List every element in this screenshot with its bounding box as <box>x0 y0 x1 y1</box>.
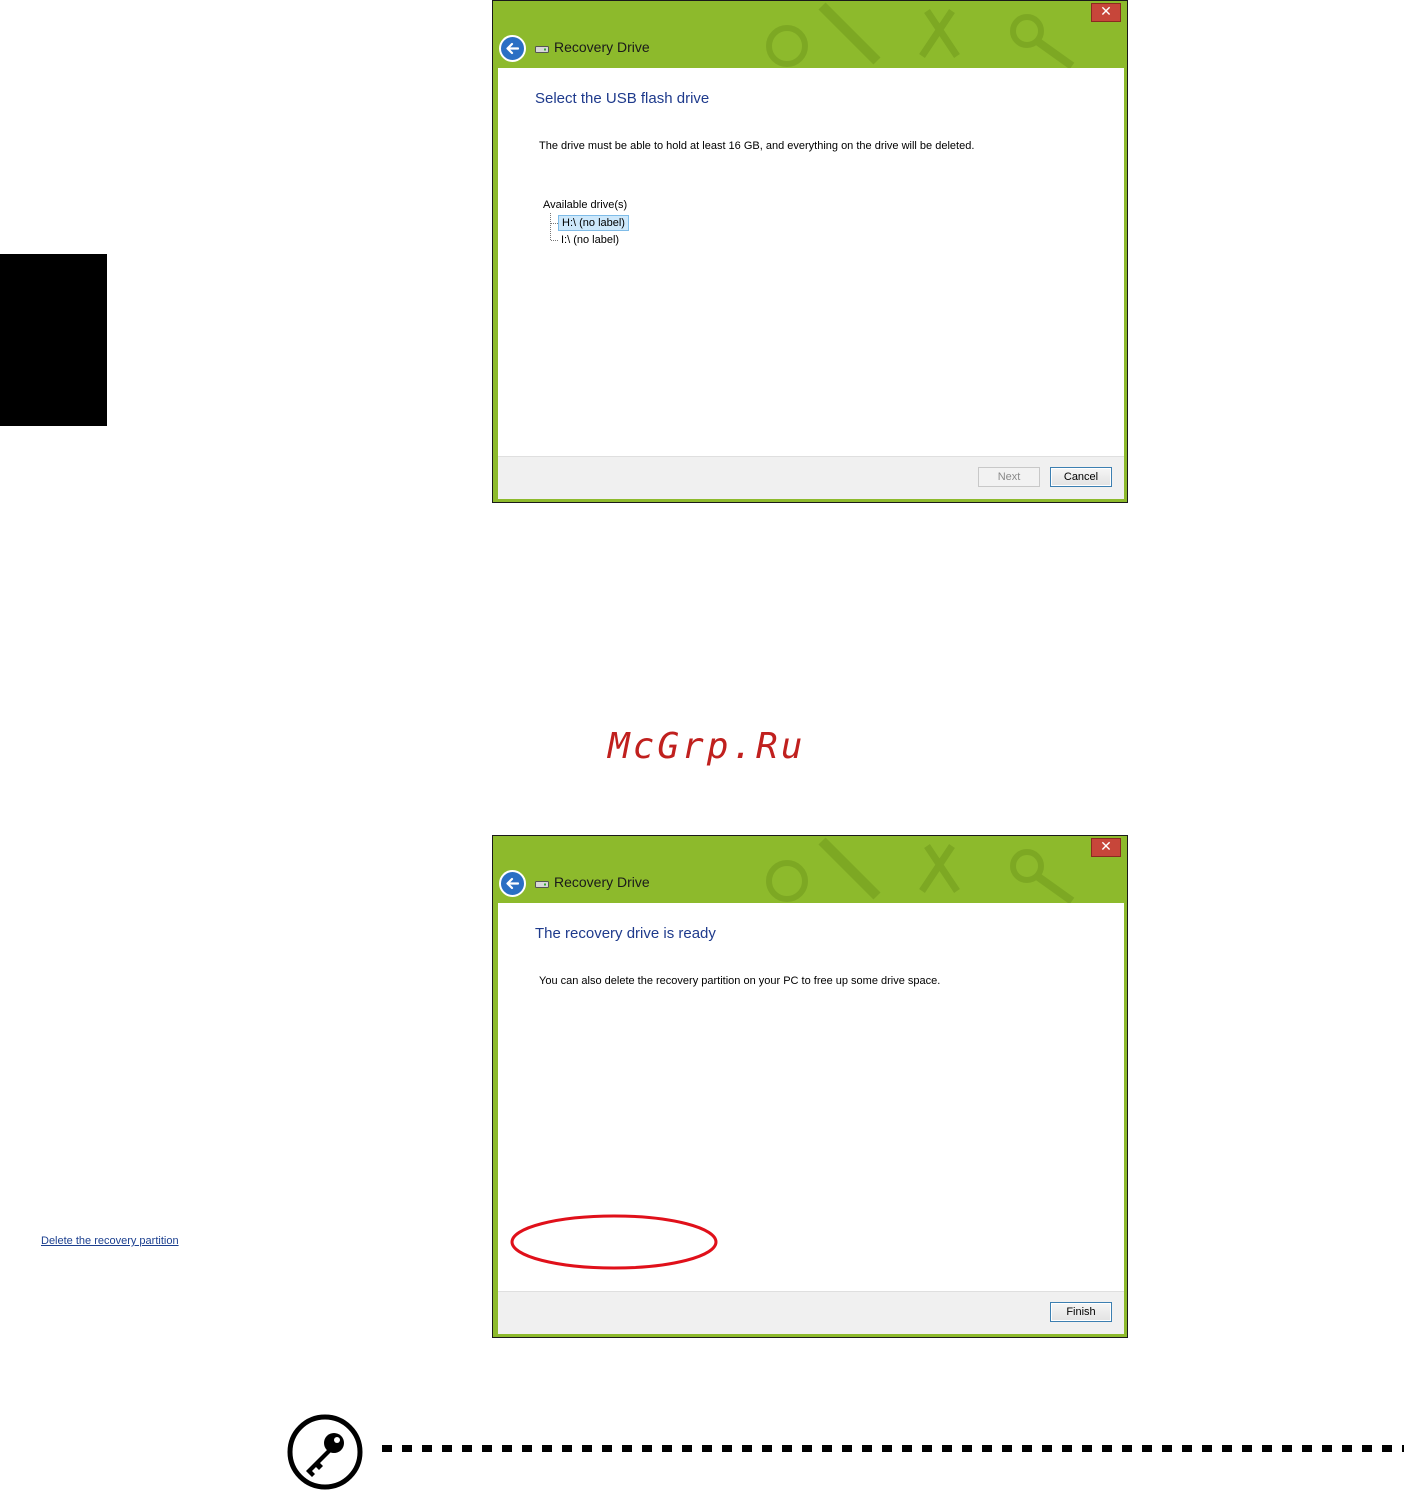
close-button[interactable]: ✕ <box>1091 838 1121 857</box>
close-button[interactable]: ✕ <box>1091 3 1121 22</box>
finish-button[interactable]: Finish <box>1050 1302 1112 1322</box>
delete-recovery-partition-link[interactable]: Delete the recovery partition <box>41 1235 179 1247</box>
drive-icon <box>535 881 549 888</box>
tree-branch <box>551 240 558 241</box>
back-button[interactable] <box>499 870 526 897</box>
drive-requirement-text: The drive must be able to hold at least … <box>539 140 975 152</box>
tools-watermark-icon <box>766 837 1075 903</box>
highlight-ellipse <box>510 1214 718 1270</box>
delete-partition-hint: You can also delete the recovery partiti… <box>539 975 941 987</box>
site-watermark: McGrp.Ru <box>608 726 806 767</box>
dialog-title: Recovery Drive <box>554 874 650 890</box>
title-bar[interactable]: ✕ Recovery Drive <box>493 836 1127 903</box>
back-arrow-icon <box>506 877 520 890</box>
available-drives-label: Available drive(s) <box>543 199 628 211</box>
drive-icon <box>535 46 549 53</box>
dialog-title: Recovery Drive <box>554 39 650 55</box>
key-note-icon <box>287 1414 363 1490</box>
tree-branch <box>551 223 558 224</box>
tools-watermark-icon <box>766 2 1075 68</box>
dialog-content: Select the USB flash drive The drive mus… <box>498 68 1124 499</box>
chapter-side-tab <box>0 254 107 426</box>
next-button[interactable]: Next <box>978 467 1040 487</box>
recovery-drive-dialog-select: ✕ Recovery Drive Select the USB flash dr… <box>492 0 1128 503</box>
tree-connector <box>550 213 552 240</box>
dialog-footer: Next Cancel <box>498 456 1124 499</box>
drive-item-h[interactable]: H:\ (no label) <box>558 215 629 231</box>
drive-item-i[interactable]: I:\ (no label) <box>558 233 622 247</box>
cancel-button[interactable]: Cancel <box>1050 467 1112 487</box>
page-heading: The recovery drive is ready <box>535 925 716 942</box>
back-arrow-icon <box>506 42 520 55</box>
back-button[interactable] <box>499 35 526 62</box>
dialog-footer: Finish <box>498 1291 1124 1334</box>
close-icon: ✕ <box>1100 839 1112 855</box>
close-icon: ✕ <box>1100 4 1112 20</box>
title-bar[interactable]: ✕ Recovery Drive <box>493 1 1127 68</box>
note-divider <box>382 1445 1404 1452</box>
page-heading: Select the USB flash drive <box>535 90 710 107</box>
